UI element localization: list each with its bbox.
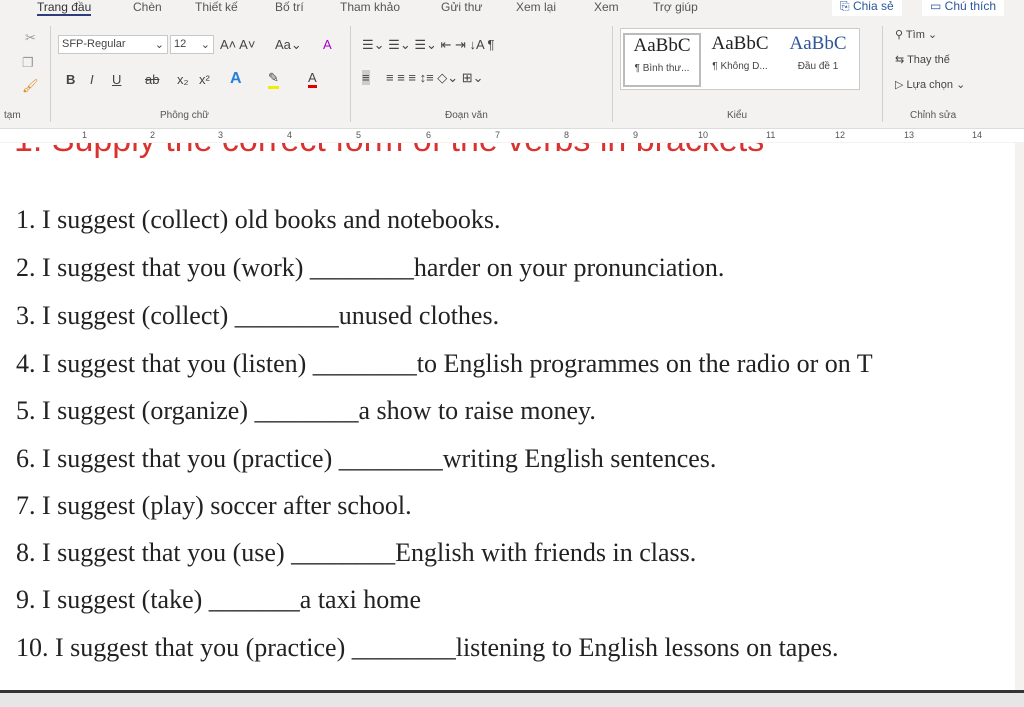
- exercise-line: 7. I suggest (play) soccer after school.: [16, 491, 412, 520]
- ruler-number: 1: [82, 130, 88, 140]
- tab-insert[interactable]: Chèn: [133, 0, 162, 14]
- comment-label: Chú thích: [944, 0, 997, 13]
- ribbon-tabs: Trang đầu Chèn Thiết kế Bố trí Tham khảo…: [0, 0, 1024, 18]
- style-name: ¶ Bình thư...: [634, 63, 690, 74]
- select-label: Lựa chọn: [906, 79, 954, 91]
- paragraph-group-label: Đoạn văn: [445, 110, 488, 121]
- ruler-number: 9: [633, 130, 639, 140]
- divider: [50, 26, 51, 122]
- align-icons[interactable]: ≡ ≡ ≡ ↕≡ ◇⌄ ⊞⌄: [386, 70, 484, 86]
- exercise-title: 1. Supply the correct form of the verbs …: [14, 143, 764, 160]
- cut-icon[interactable]: ✂: [25, 30, 36, 46]
- clear-format-icon[interactable]: A: [323, 37, 332, 52]
- replace-button[interactable]: ⇆ Thay thế: [895, 53, 950, 66]
- tab-help[interactable]: Trợ giúp: [653, 0, 698, 14]
- ribbon: ✂ ❐ 🖌 tạm SFP-Regular ⌄ 12 ⌄ A˄ A˅ Aa⌄ A…: [0, 20, 1024, 126]
- font-group-label: Phông chữ: [160, 110, 209, 121]
- ruler-number: 10: [698, 130, 709, 140]
- ruler-number: 4: [287, 130, 293, 140]
- style-sample: AaBbC: [633, 35, 691, 56]
- replace-label: Thay thế: [907, 54, 950, 66]
- font-name-select[interactable]: SFP-Regular ⌄: [58, 35, 168, 54]
- font-name: SFP-Regular: [62, 38, 126, 50]
- tab-view[interactable]: Xem: [594, 0, 619, 14]
- exercise-line: 9. I suggest (take) _______a taxi home: [16, 585, 422, 614]
- styles-group-label: Kiểu: [727, 110, 748, 121]
- underline-icon[interactable]: U: [112, 72, 121, 87]
- share-button[interactable]: ⎘ Chia sẻ: [832, 0, 902, 16]
- tab-mailings[interactable]: Gửi thư: [441, 0, 482, 14]
- ruler-number: 12: [835, 130, 846, 140]
- exercise-line: 8. I suggest that you (use) ________Engl…: [16, 538, 697, 567]
- divider: [612, 26, 613, 122]
- find-button[interactable]: ⚲ Tìm ⌄: [895, 28, 937, 41]
- document-page[interactable]: 1. Supply the correct form of the verbs …: [0, 143, 1015, 690]
- strikethrough-icon[interactable]: ab: [145, 72, 159, 87]
- tab-home[interactable]: Trang đầu: [37, 0, 92, 16]
- exercise-line: 2. I suggest that you (work) ________har…: [16, 253, 725, 282]
- status-bar: [0, 690, 1024, 707]
- select-button[interactable]: ▷ Lựa chọn ⌄: [895, 78, 965, 91]
- exercise-line: 10. I suggest that you (practice) ______…: [16, 633, 839, 662]
- format-painter-icon[interactable]: 🖌: [22, 78, 39, 94]
- ruler-number: 6: [426, 130, 432, 140]
- ruler-number: 2: [150, 130, 156, 140]
- divider: [882, 26, 883, 122]
- text-effects-icon[interactable]: A: [230, 70, 242, 88]
- ruler[interactable]: 1 2 3 4 5 6 7 8 9 10 11 12 13 14: [0, 128, 1024, 142]
- grow-font-icon[interactable]: A˄ A˅: [220, 37, 255, 52]
- exercise-line: 1. I suggest (collect) old books and not…: [16, 205, 501, 234]
- style-sample: AaBbC: [711, 33, 769, 54]
- ruler-number: 13: [904, 130, 915, 140]
- style-sample: AaBbC: [789, 33, 847, 54]
- style-name: Đầu đề 1: [797, 61, 839, 72]
- clipboard-group-label: tạm: [4, 110, 21, 121]
- style-heading-1[interactable]: AaBbC Đầu đề 1: [779, 33, 857, 72]
- tab-design[interactable]: Thiết kế: [195, 0, 238, 14]
- divider: [350, 26, 351, 122]
- copy-icon[interactable]: ❐: [22, 55, 34, 71]
- style-name: ¶ Không D...: [712, 61, 768, 72]
- ruler-number: 7: [495, 130, 501, 140]
- ruler-number: 11: [766, 130, 776, 140]
- share-label: Chia sẻ: [852, 0, 894, 13]
- bold-icon[interactable]: B: [66, 72, 75, 87]
- highlight-icon[interactable]: ✎: [268, 70, 279, 89]
- bullets-icon[interactable]: ☰⌄ ☰⌄ ☰⌄ ⇤ ⇥ ↓A ¶: [362, 37, 495, 53]
- tab-references[interactable]: Tham khảo: [340, 0, 400, 14]
- font-size-select[interactable]: 12 ⌄: [170, 35, 214, 54]
- style-no-spacing[interactable]: AaBbC ¶ Không D...: [701, 33, 779, 72]
- editing-group-label: Chỉnh sửa: [910, 110, 957, 121]
- ruler-number: 5: [356, 130, 362, 140]
- italic-icon[interactable]: I: [90, 72, 94, 87]
- align-left-icon[interactable]: ≡: [362, 70, 370, 85]
- exercise-line: 6. I suggest that you (practice) _______…: [16, 444, 717, 473]
- exercise-line: 3. I suggest (collect) ________unused cl…: [16, 301, 500, 330]
- tab-review[interactable]: Xem lại: [516, 0, 556, 14]
- exercise-line: 4. I suggest that you (listen) ________t…: [16, 349, 873, 378]
- tab-layout[interactable]: Bố trí: [275, 0, 304, 14]
- ruler-number: 14: [972, 130, 983, 140]
- font-color-icon[interactable]: A: [308, 70, 317, 88]
- style-normal[interactable]: AaBbC ¶ Bình thư...: [623, 33, 701, 87]
- styles-gallery: AaBbC ¶ Bình thư... AaBbC ¶ Không D... AaB…: [620, 28, 860, 90]
- change-case-icon[interactable]: Aa⌄: [275, 37, 302, 53]
- font-size: 12: [174, 38, 187, 50]
- exercise-line: 5. I suggest (organize) ________a show t…: [16, 396, 596, 425]
- subscript-icon[interactable]: x₂: [177, 72, 189, 87]
- ruler-number: 8: [564, 130, 570, 140]
- find-label: Tìm: [905, 29, 925, 41]
- ruler-number: 3: [218, 130, 224, 140]
- superscript-icon[interactable]: x²: [199, 72, 210, 87]
- comment-button[interactable]: ▭ Chú thích: [922, 0, 1005, 16]
